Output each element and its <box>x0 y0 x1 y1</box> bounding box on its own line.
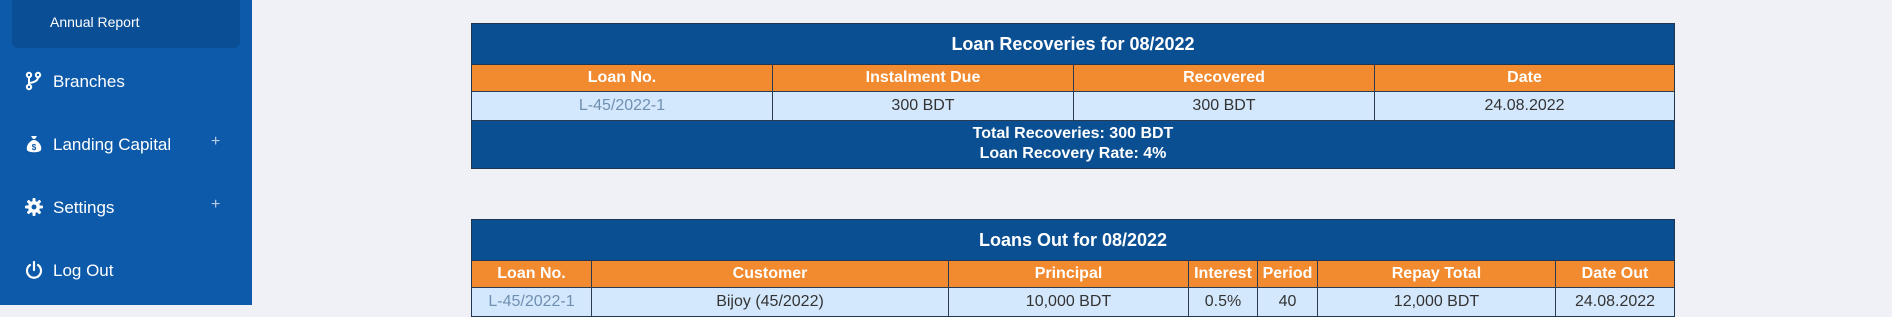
table-footer: Total Recoveries: 300 BDT Loan Recovery … <box>472 120 1674 168</box>
table-cell: 300 BDT <box>1074 92 1375 120</box>
column-header: Date <box>1375 65 1674 91</box>
table-cell: 10,000 BDT <box>949 288 1189 316</box>
sidebar-subitem-label: Annual Report <box>50 14 140 30</box>
money-bag-icon: $ <box>26 136 42 153</box>
column-header: Date Out <box>1556 261 1674 287</box>
expand-icon[interactable]: + <box>211 133 220 151</box>
column-header: Customer <box>592 261 949 287</box>
sidebar-item-settings[interactable]: Settings + <box>0 188 252 228</box>
table-header-row: Loan No. Customer Principal Interest Per… <box>472 261 1674 288</box>
loans-out-table: Loans Out for 08/2022 Loan No. Customer … <box>471 219 1675 317</box>
column-header: Loan No. <box>472 261 592 287</box>
loan-number-link[interactable]: L-45/2022-1 <box>472 92 773 120</box>
power-icon <box>25 260 43 279</box>
sidebar-item-label: Branches <box>53 72 125 91</box>
svg-text:$: $ <box>32 143 37 152</box>
table-row: L-45/2022-1 Bijoy (45/2022) 10,000 BDT 0… <box>472 288 1674 316</box>
column-header: Recovered <box>1074 65 1375 91</box>
loan-number-link[interactable]: L-45/2022-1 <box>472 288 592 316</box>
loan-recoveries-table: Loan Recoveries for 08/2022 Loan No. Ins… <box>471 23 1675 169</box>
sidebar-item-branches[interactable]: Branches <box>0 62 252 102</box>
column-header: Repay Total <box>1318 261 1556 287</box>
gear-icon <box>25 198 43 216</box>
table-title: Loan Recoveries for 08/2022 <box>472 24 1674 65</box>
expand-icon[interactable]: + <box>211 196 220 214</box>
sidebar: Annual Report Branches $ Landing Capital… <box>0 0 252 305</box>
table-cell: 24.08.2022 <box>1375 92 1674 120</box>
table-title: Loans Out for 08/2022 <box>472 220 1674 261</box>
sidebar-item-label: Log Out <box>53 261 114 280</box>
table-cell: 12,000 BDT <box>1318 288 1556 316</box>
sidebar-item-landing-capital[interactable]: $ Landing Capital + <box>0 125 252 165</box>
recovery-rate: Loan Recovery Rate: 4% <box>979 145 1167 162</box>
branch-icon <box>25 71 42 91</box>
sidebar-item-label: Settings <box>53 198 115 217</box>
column-header: Loan No. <box>472 65 773 91</box>
column-header: Interest <box>1189 261 1258 287</box>
table-cell: 300 BDT <box>773 92 1074 120</box>
column-header: Principal <box>949 261 1189 287</box>
sidebar-subitem-annual-report[interactable]: Annual Report <box>12 0 240 48</box>
sidebar-item-log-out[interactable]: Log Out <box>0 251 252 291</box>
table-cell: 0.5% <box>1189 288 1258 316</box>
table-cell: 40 <box>1258 288 1318 316</box>
table-row: L-45/2022-1 300 BDT 300 BDT 24.08.2022 <box>472 92 1674 120</box>
column-header: Period <box>1258 261 1318 287</box>
total-recoveries: Total Recoveries: 300 BDT <box>972 125 1174 142</box>
sidebar-item-label: Landing Capital <box>53 135 172 154</box>
table-cell: 24.08.2022 <box>1556 288 1674 316</box>
table-header-row: Loan No. Instalment Due Recovered Date <box>472 65 1674 92</box>
table-cell: Bijoy (45/2022) <box>592 288 949 316</box>
column-header: Instalment Due <box>773 65 1074 91</box>
